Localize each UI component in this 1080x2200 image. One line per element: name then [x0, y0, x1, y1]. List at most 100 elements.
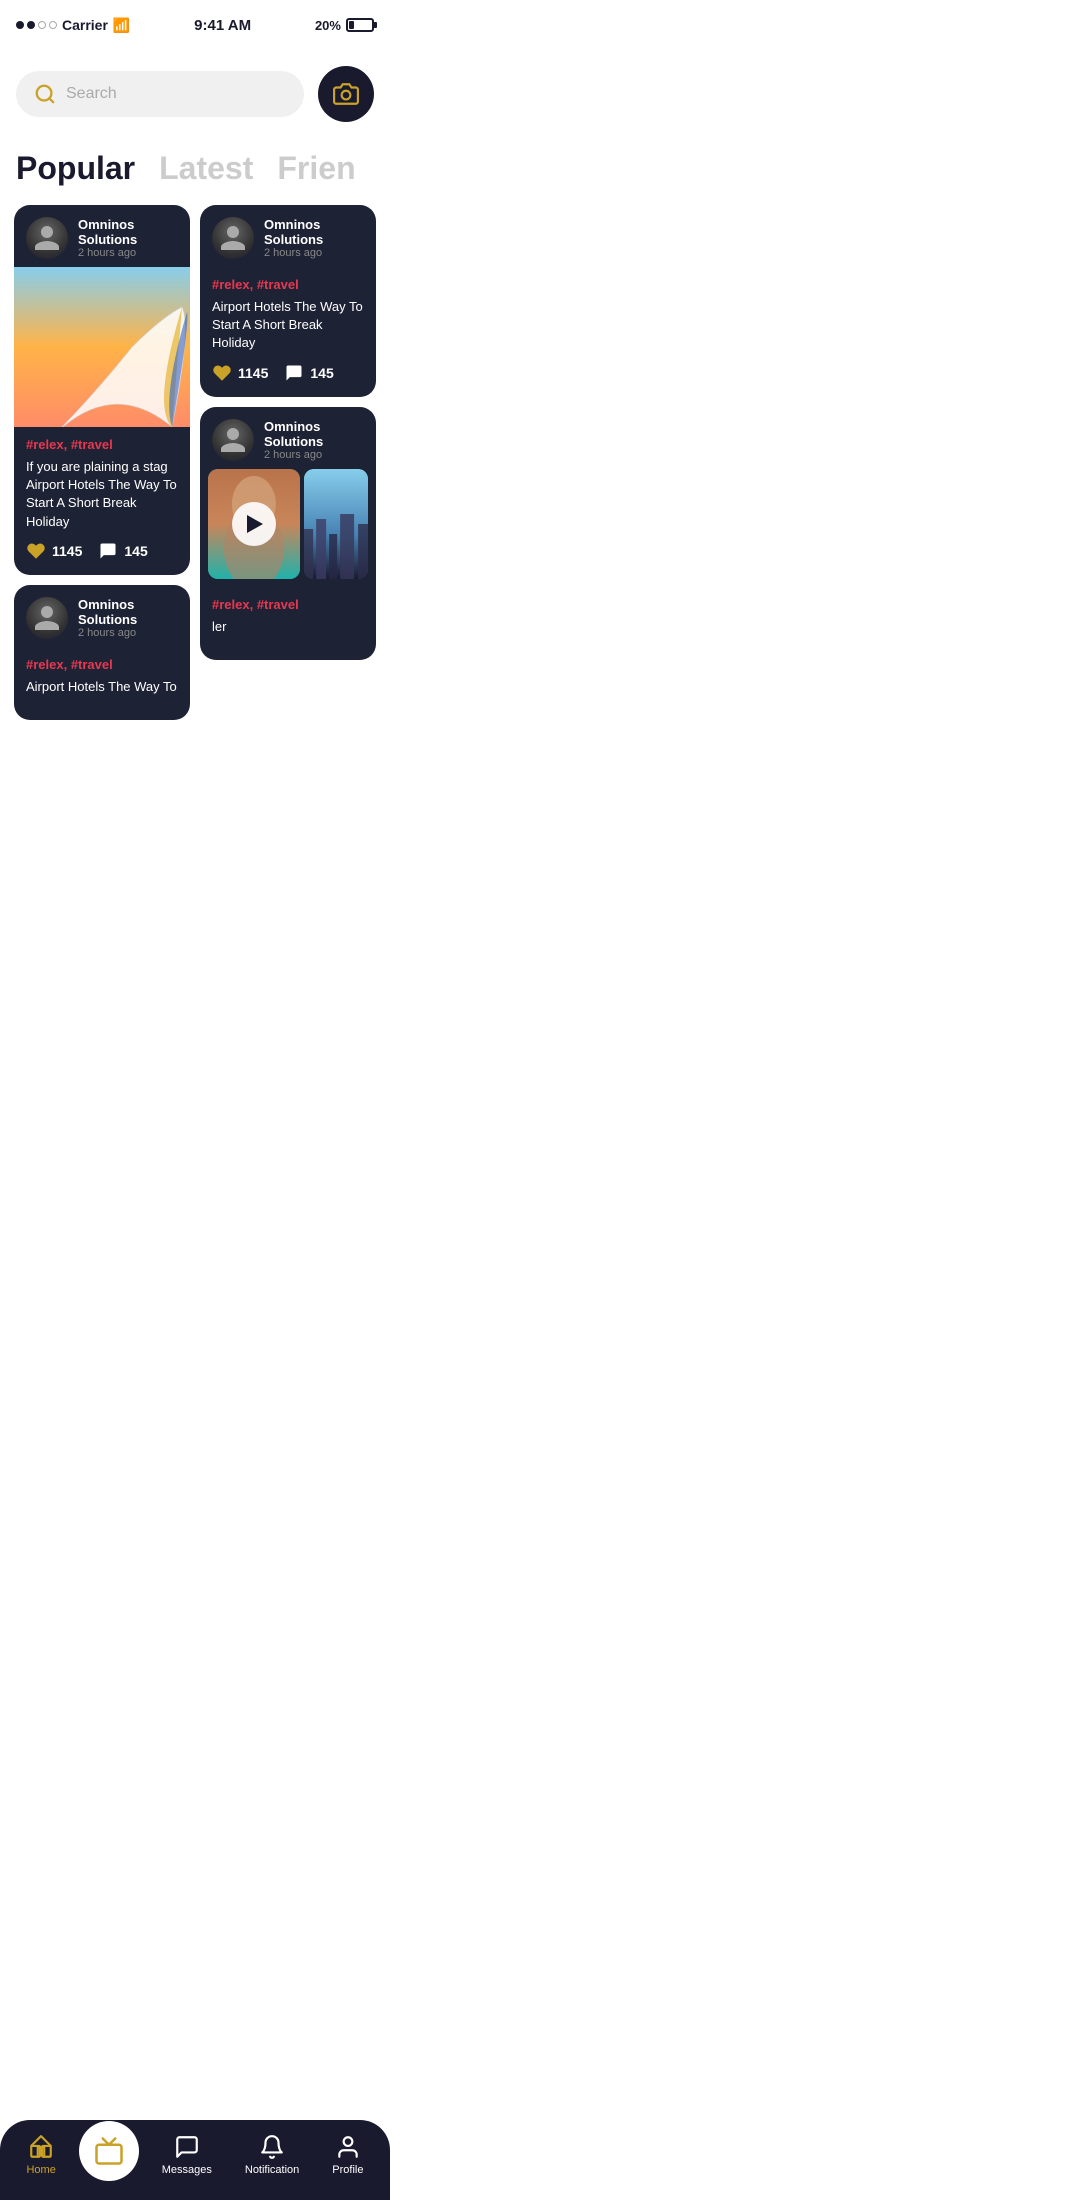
right-column: Omninos Solutions 2 hours ago #relex, #t…	[200, 205, 376, 720]
card-time-r1: 2 hours ago	[264, 247, 364, 259]
comment-icon-r1	[284, 363, 304, 383]
search-placeholder: Search	[66, 85, 117, 103]
card-user-info-2: Omninos Solutions 2 hours ago	[78, 597, 178, 639]
nav-profile-label: Profile	[332, 2164, 363, 2176]
card-user-info-r2: Omninos Solutions 2 hours ago	[264, 419, 364, 461]
card-title: If you are plaining a stag Airport Hotel…	[26, 458, 178, 531]
card-time: 2 hours ago	[78, 247, 178, 259]
battery-icon	[346, 18, 374, 32]
card-user-info-r1: Omninos Solutions 2 hours ago	[264, 217, 364, 259]
card-title-r1: Airport Hotels The Way To Start A Short …	[212, 298, 364, 353]
messages-icon	[174, 2134, 200, 2160]
card-images-row	[200, 469, 376, 587]
card-header-2: Omninos Solutions 2 hours ago	[14, 585, 190, 647]
avatar-r2	[212, 419, 254, 461]
status-left: Carrier 📶	[16, 17, 130, 34]
card-body-2: #relex, #travel Airport Hotels The Way T…	[14, 647, 190, 720]
search-row: Search	[0, 54, 390, 134]
avatar-image-r2	[212, 419, 254, 461]
avatar-2	[26, 597, 68, 639]
tab-header: Popular Latest Frien	[0, 134, 390, 195]
nav-notification[interactable]: Notification	[235, 2130, 309, 2180]
notification-icon	[259, 2134, 285, 2160]
card-header-r2: Omninos Solutions 2 hours ago	[200, 407, 376, 469]
nav-messages[interactable]: Messages	[152, 2130, 222, 2180]
status-bar: Carrier 📶 9:41 AM 20%	[0, 0, 390, 44]
card-body-r1: #relex, #travel Airport Hotels The Way T…	[200, 267, 376, 397]
card-time-2: 2 hours ago	[78, 627, 178, 639]
play-button[interactable]	[232, 502, 276, 546]
card-username-r2: Omninos Solutions	[264, 419, 364, 449]
signal-dot-3	[38, 21, 46, 29]
card-left-1[interactable]: Omninos Solutions 2 hours ago	[14, 205, 190, 575]
nav-center-button[interactable]	[79, 2121, 139, 2181]
avatar	[26, 217, 68, 259]
tab-friends[interactable]: Frien	[277, 150, 355, 187]
comments-count: 145	[124, 543, 147, 559]
left-column: Omninos Solutions 2 hours ago	[14, 205, 190, 720]
card-title-r2: ler	[212, 618, 364, 636]
nav-profile[interactable]: Profile	[322, 2130, 373, 2180]
card-tags-r2: #relex, #travel	[212, 597, 364, 612]
nav-home[interactable]: Home	[16, 2130, 65, 2180]
nav-home-label: Home	[26, 2164, 55, 2176]
nav-notification-label: Notification	[245, 2164, 299, 2176]
card-title-2: Airport Hotels The Way To	[26, 678, 178, 696]
tv-icon	[94, 2136, 124, 2166]
card-right-1[interactable]: Omninos Solutions 2 hours ago #relex, #t…	[200, 205, 376, 397]
video-thumbnail-2	[304, 469, 368, 579]
camera-icon	[333, 81, 359, 107]
avatar-r1	[212, 217, 254, 259]
search-icon	[34, 83, 56, 105]
signal-dot-2	[27, 21, 35, 29]
avatar-image	[26, 217, 68, 259]
likes-count: 1145	[52, 543, 82, 559]
card-username-r1: Omninos Solutions	[264, 217, 364, 247]
likes-stat: 1145	[26, 541, 82, 561]
signal-dot-1	[16, 21, 24, 29]
carrier-label: Carrier	[62, 17, 108, 33]
card-tags-2: #relex, #travel	[26, 657, 178, 672]
avatar-image-r1	[212, 217, 254, 259]
tab-latest[interactable]: Latest	[159, 150, 253, 187]
comments-count-r1: 145	[310, 365, 333, 381]
search-bar[interactable]: Search	[16, 71, 304, 117]
card-left-2[interactable]: Omninos Solutions 2 hours ago #relex, #t…	[14, 585, 190, 720]
profile-icon	[335, 2134, 361, 2160]
comments-stat: 145	[98, 541, 147, 561]
play-triangle	[247, 515, 263, 533]
comments-stat-r1: 145	[284, 363, 333, 383]
card-stats-r1: 1145 145	[212, 363, 364, 383]
battery-fill	[349, 21, 355, 29]
heart-icon	[26, 541, 46, 561]
nav-messages-label: Messages	[162, 2164, 212, 2176]
tab-popular[interactable]: Popular	[16, 150, 135, 187]
likes-stat-r1: 1145	[212, 363, 268, 383]
likes-count-r1: 1145	[238, 365, 268, 381]
card-tags: #relex, #travel	[26, 437, 178, 452]
home-icon	[28, 2134, 54, 2160]
card-username: Omninos Solutions	[78, 217, 178, 247]
status-time: 9:41 AM	[194, 17, 251, 34]
card-tags-r1: #relex, #travel	[212, 277, 364, 292]
card-header-r1: Omninos Solutions 2 hours ago	[200, 205, 376, 267]
card-stats: 1145 145	[26, 541, 178, 561]
video-thumbnail[interactable]	[208, 469, 300, 579]
signal-dots	[16, 21, 57, 29]
heart-icon-r1	[212, 363, 232, 383]
content-grid: Omninos Solutions 2 hours ago	[0, 195, 390, 730]
card-username-2: Omninos Solutions	[78, 597, 178, 627]
comment-icon	[98, 541, 118, 561]
card-body-r2: #relex, #travel ler	[200, 587, 376, 660]
card-right-2[interactable]: Omninos Solutions 2 hours ago	[200, 407, 376, 660]
status-right: 20%	[315, 18, 374, 33]
camera-button[interactable]	[318, 66, 374, 122]
card-image	[14, 267, 190, 427]
avatar-image-2	[26, 597, 68, 639]
bottom-nav: Home Messages Notification Profile	[0, 2120, 390, 2200]
card-body: #relex, #travel If you are plaining a st…	[14, 427, 190, 575]
card-header: Omninos Solutions 2 hours ago	[14, 205, 190, 267]
card-time-r2: 2 hours ago	[264, 449, 364, 461]
card-user-info: Omninos Solutions 2 hours ago	[78, 217, 178, 259]
signal-dot-4	[49, 21, 57, 29]
